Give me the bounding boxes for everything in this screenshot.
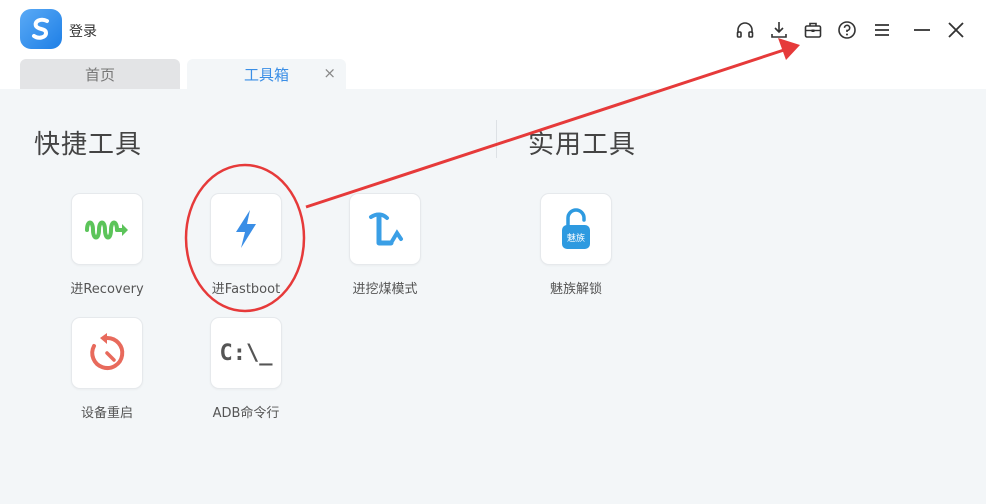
app-logo <box>20 9 62 49</box>
tab-home[interactable]: 首页 <box>20 59 180 89</box>
logo-s-icon <box>32 17 49 40</box>
tab-home-label: 首页 <box>84 65 115 84</box>
login-link[interactable]: 登录 <box>69 21 97 41</box>
tool-recovery[interactable]: 进Recovery <box>52 193 162 297</box>
tool-meizu-unlock[interactable]: 魅族 魅族解锁 <box>521 193 631 297</box>
section-title-quick-tools: 快捷工具 <box>34 130 143 160</box>
tab-toolbox[interactable]: 工具箱 × <box>187 59 346 89</box>
unlock-icon: 魅族 <box>540 193 612 265</box>
tool-fastboot[interactable]: 进Fastboot <box>191 193 301 297</box>
tool-device-restart[interactable]: 设备重启 <box>52 317 162 421</box>
terminal-icon: C:\_ <box>210 317 282 389</box>
recovery-icon <box>71 193 143 265</box>
section-title-utility-tools: 实用工具 <box>528 130 637 160</box>
tool-adb-terminal[interactable]: C:\_ ADB命令行 <box>191 317 301 421</box>
toolbox-icon[interactable] <box>802 19 824 41</box>
unlock-badge-text: 魅族 <box>567 232 585 244</box>
tool-recovery-label: 进Recovery <box>70 282 144 297</box>
tool-fastboot-label: 进Fastboot <box>211 282 281 297</box>
close-icon[interactable] <box>945 19 967 41</box>
download-icon[interactable] <box>768 19 790 41</box>
tool-mining-mode-label: 进挖煤模式 <box>352 282 418 297</box>
tool-mining-mode[interactable]: 进挖煤模式 <box>330 193 440 297</box>
tool-device-restart-label: 设备重启 <box>80 406 133 421</box>
section-divider <box>496 120 497 158</box>
restart-icon <box>71 317 143 389</box>
pickaxe-icon <box>349 193 421 265</box>
headphones-icon[interactable] <box>734 19 756 41</box>
lightning-icon <box>210 193 282 265</box>
tab-toolbox-label: 工具箱 <box>243 65 289 84</box>
menu-icon[interactable] <box>871 19 893 41</box>
terminal-glyph: C:\_ <box>219 340 273 366</box>
help-icon[interactable] <box>836 19 858 41</box>
minimize-icon[interactable] <box>911 19 933 41</box>
title-bar: 登录 首页 工具箱 × <box>0 0 986 89</box>
tab-close-icon[interactable]: × <box>323 65 336 81</box>
tool-meizu-unlock-label: 魅族解锁 <box>549 282 602 297</box>
tool-adb-terminal-label: ADB命令行 <box>212 406 280 421</box>
